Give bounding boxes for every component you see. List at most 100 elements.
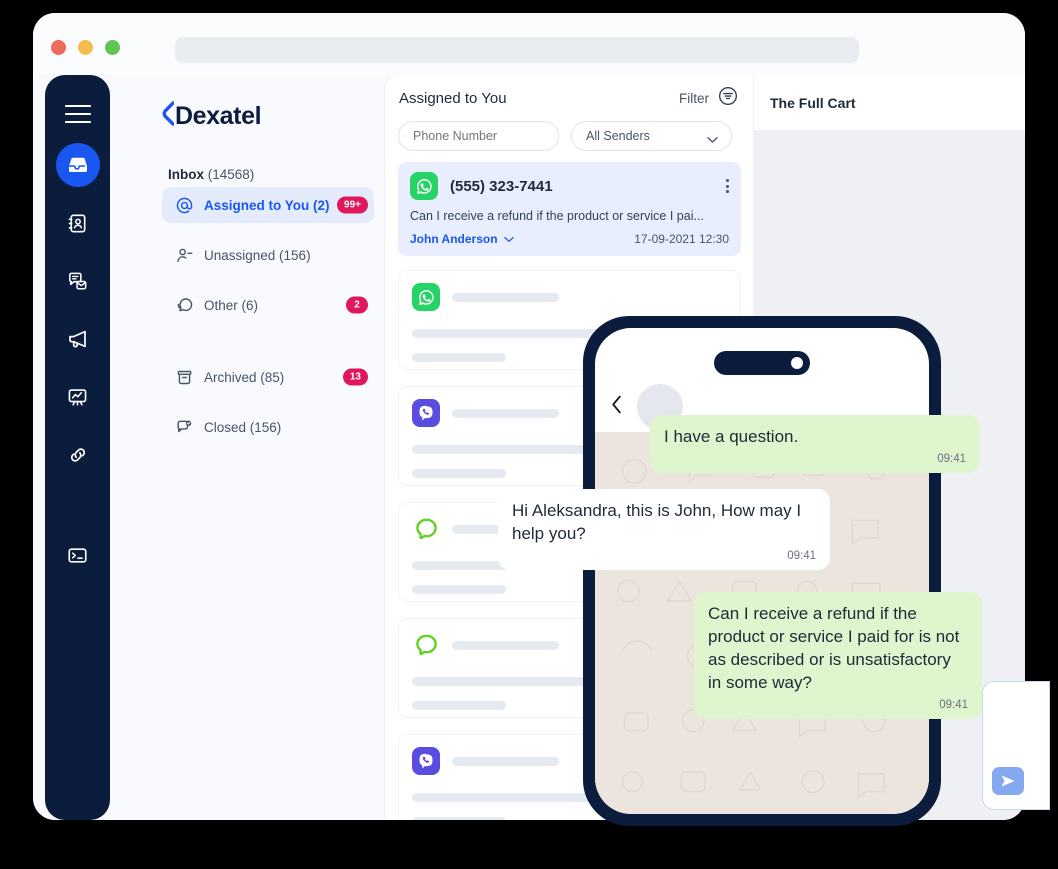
dexatel-logo-text: Dexatel — [175, 102, 262, 130]
placeholder-bar — [412, 701, 506, 710]
hamburger-menu-icon[interactable] — [64, 105, 91, 123]
placeholder-top — [412, 283, 727, 311]
inbox-sidebar: Dexatel Inbox (14568) Assigned to You (2… — [110, 75, 384, 820]
sidebar-item-label: Archived (85) — [204, 369, 285, 385]
sidebar-item-assigned-to-you[interactable]: Assigned to You (2) 99+ — [162, 187, 374, 223]
inbox-icon — [68, 157, 87, 172]
chevron-down-icon[interactable] — [503, 230, 514, 248]
status-badge: 99+ — [337, 196, 368, 214]
rail-item-campaigns[interactable] — [56, 317, 100, 361]
sidebar-item-label: Assigned to You (2) — [204, 197, 330, 213]
placeholder-bar — [452, 292, 559, 302]
chat-bubble-text: I have a question. — [664, 427, 799, 446]
detail-panel-title: The Full Cart — [770, 94, 856, 111]
sidebar-item-list: Assigned to You (2) 99+ Unassigned (156) — [162, 187, 374, 459]
chat-bubble-time: 09:41 — [937, 452, 966, 465]
templates-icon — [69, 272, 87, 290]
close-window-button[interactable] — [51, 40, 66, 55]
front-camera-icon — [791, 357, 803, 369]
placeholder-bar — [412, 353, 506, 362]
sms-chat-icon — [412, 515, 440, 543]
conversation-timestamp: 17-09-2021 12:30 — [634, 232, 729, 246]
chat-bubble-time: 09:41 — [787, 549, 816, 562]
chat-bubble-text: Hi Aleksandra, this is John, How may I h… — [512, 501, 802, 543]
placeholder-bar — [412, 469, 506, 478]
phone-number-input[interactable] — [398, 121, 559, 151]
senders-select[interactable]: All Senders — [571, 121, 732, 151]
message-compose-box[interactable] — [982, 681, 1050, 810]
sidebar-section-count: (14568) — [207, 167, 255, 182]
rail-item-contacts[interactable] — [56, 201, 100, 245]
page-title: Assigned to You — [399, 89, 507, 107]
contacts-book-icon — [68, 214, 86, 232]
sidebar-item-label: Unassigned (156) — [204, 247, 311, 263]
conversation-preview-text: Can I receive a refund if the product or… — [410, 209, 704, 223]
detail-panel-header: The Full Cart — [754, 75, 1025, 130]
chat-bubble-outgoing: Can I receive a refund if the product or… — [694, 592, 982, 719]
whatsapp-icon — [412, 283, 440, 311]
rail-item-templates[interactable] — [56, 259, 100, 303]
at-mention-icon — [173, 196, 195, 215]
conversation-filters: All Senders — [398, 121, 732, 151]
sidebar-item-unassigned[interactable]: Unassigned (156) — [162, 237, 374, 273]
rail-icon-list — [55, 143, 100, 577]
phone-mockup — [583, 316, 941, 826]
whatsapp-icon — [410, 172, 438, 200]
viber-icon — [412, 747, 440, 775]
address-bar[interactable] — [175, 37, 859, 63]
chevron-down-icon — [707, 133, 718, 147]
browser-titlebar — [33, 13, 1025, 75]
conversation-item-selected[interactable]: (555) 323-7441 Can I receive a refund if… — [398, 162, 741, 256]
chat-check-icon — [173, 418, 195, 437]
sidebar-section-header: Inbox (14568) — [168, 167, 254, 182]
conversation-item-footer: John Anderson 17-09-2021 12:30 — [410, 230, 729, 248]
phone-screen — [595, 328, 929, 814]
icon-rail — [45, 75, 110, 820]
placeholder-bar — [412, 817, 506, 820]
placeholder-bar — [452, 408, 559, 418]
conversation-phone-number: (555) 323-7441 — [450, 177, 553, 195]
link-icon — [70, 448, 85, 462]
chat-bubbles-icon — [173, 296, 195, 315]
sidebar-item-label: Other (6) — [204, 297, 259, 313]
user-minus-icon — [173, 246, 195, 265]
sidebar-section-label: Inbox — [168, 167, 204, 182]
chat-bubble-time: 09:41 — [939, 698, 968, 711]
placeholder-bar — [452, 640, 559, 650]
sidebar-item-closed[interactable]: Closed (156) — [162, 409, 374, 445]
send-arrow-icon[interactable] — [992, 767, 1024, 795]
assigned-agent-name[interactable]: John Anderson — [410, 232, 498, 246]
senders-select-value: All Senders — [586, 129, 650, 143]
sidebar-item-other[interactable]: Other (6) 2 — [162, 287, 374, 323]
archive-box-icon — [173, 368, 195, 387]
viber-icon — [412, 399, 440, 427]
dynamic-island — [714, 351, 810, 375]
rail-item-inbox[interactable] — [55, 143, 100, 187]
dexatel-logo-mark — [162, 101, 175, 132]
status-badge: 13 — [342, 368, 368, 386]
placeholder-bar — [452, 756, 559, 766]
filter-button[interactable]: Filter — [679, 85, 739, 112]
chat-bubble-text: Can I receive a refund if the product or… — [708, 604, 960, 692]
sms-chat-icon — [412, 631, 440, 659]
dexatel-logo[interactable]: Dexatel — [162, 101, 262, 132]
more-vertical-icon[interactable] — [726, 179, 729, 193]
rail-item-links[interactable] — [56, 433, 100, 477]
chevron-left-icon[interactable] — [611, 395, 623, 419]
conversation-item-top: (555) 323-7441 — [410, 172, 729, 200]
campaign-megaphone-icon — [68, 330, 86, 348]
chat-bubble-outgoing: I have a question. 09:41 — [650, 415, 980, 473]
terminal-icon — [68, 547, 87, 563]
status-badge: 2 — [346, 296, 368, 314]
analytics-board-icon — [68, 388, 87, 406]
filter-sliders-icon — [717, 85, 739, 112]
filter-label: Filter — [679, 90, 709, 106]
traffic-lights — [51, 40, 120, 55]
maximize-window-button[interactable] — [105, 40, 120, 55]
sidebar-item-archived[interactable]: Archived (85) 13 — [162, 359, 374, 395]
chat-bubble-incoming: Hi Aleksandra, this is John, How may I h… — [498, 489, 830, 570]
rail-item-analytics[interactable] — [56, 375, 100, 419]
minimize-window-button[interactable] — [78, 40, 93, 55]
placeholder-bar — [412, 585, 506, 594]
rail-item-developers[interactable] — [56, 533, 100, 577]
